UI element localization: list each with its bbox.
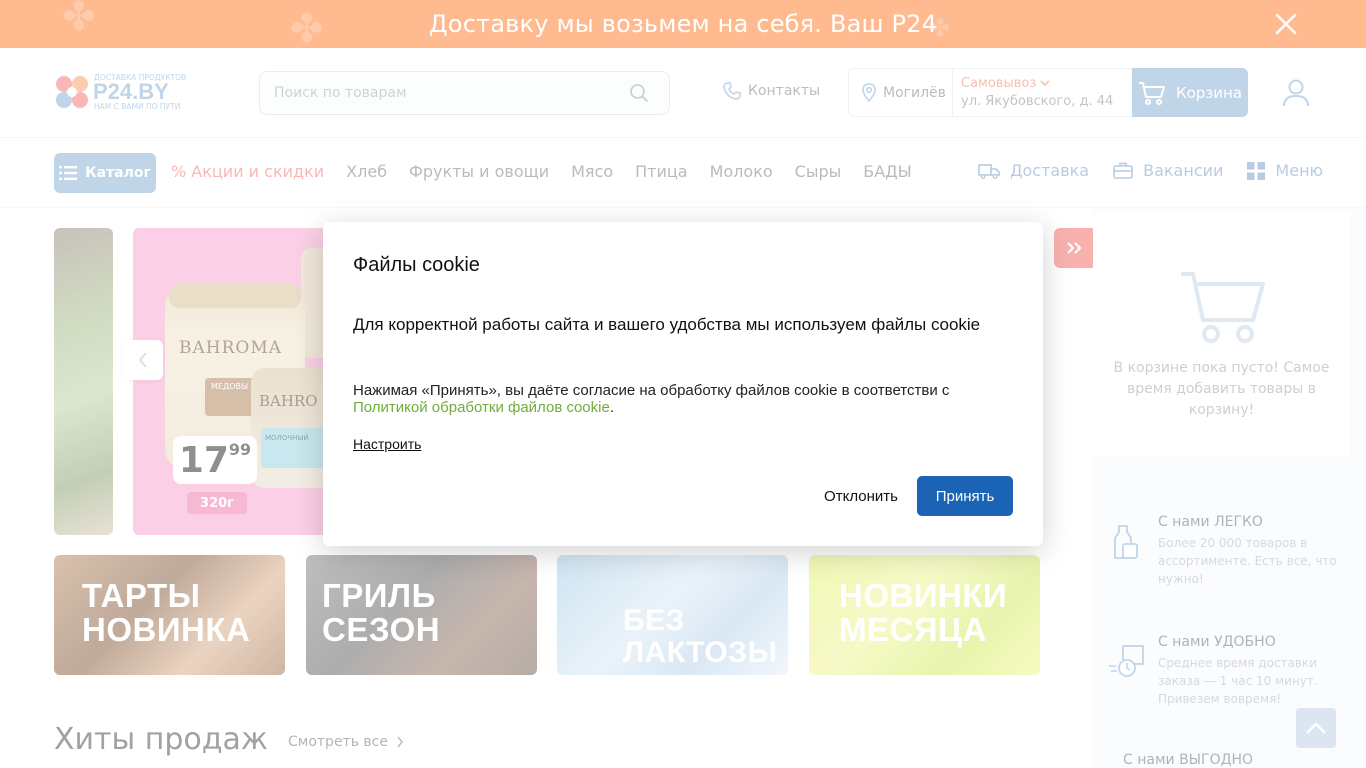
consent-text: Нажимая «Принять», вы даёте согласие на … bbox=[353, 382, 950, 399]
dialog-consent-text: Нажимая «Принять», вы даёте согласие на … bbox=[353, 382, 1013, 416]
configure-cookies-link[interactable]: Настроить bbox=[353, 436, 421, 452]
consent-text-end: . bbox=[609, 399, 614, 416]
dialog-lead-text: Для корректной работы сайта и вашего удо… bbox=[353, 315, 981, 334]
chevron-up-icon bbox=[1306, 722, 1326, 734]
scroll-to-top-button[interactable] bbox=[1296, 708, 1336, 748]
dialog-title: Файлы cookie bbox=[353, 254, 480, 276]
decline-button[interactable]: Отклонить bbox=[811, 482, 911, 510]
accept-button[interactable]: Принять bbox=[917, 476, 1013, 516]
banner-overlay bbox=[0, 0, 1366, 48]
cookie-consent-dialog: Файлы cookie Для корректной работы сайта… bbox=[323, 222, 1043, 546]
cookie-policy-link[interactable]: Политикой обработки файлов cookie bbox=[353, 399, 610, 416]
